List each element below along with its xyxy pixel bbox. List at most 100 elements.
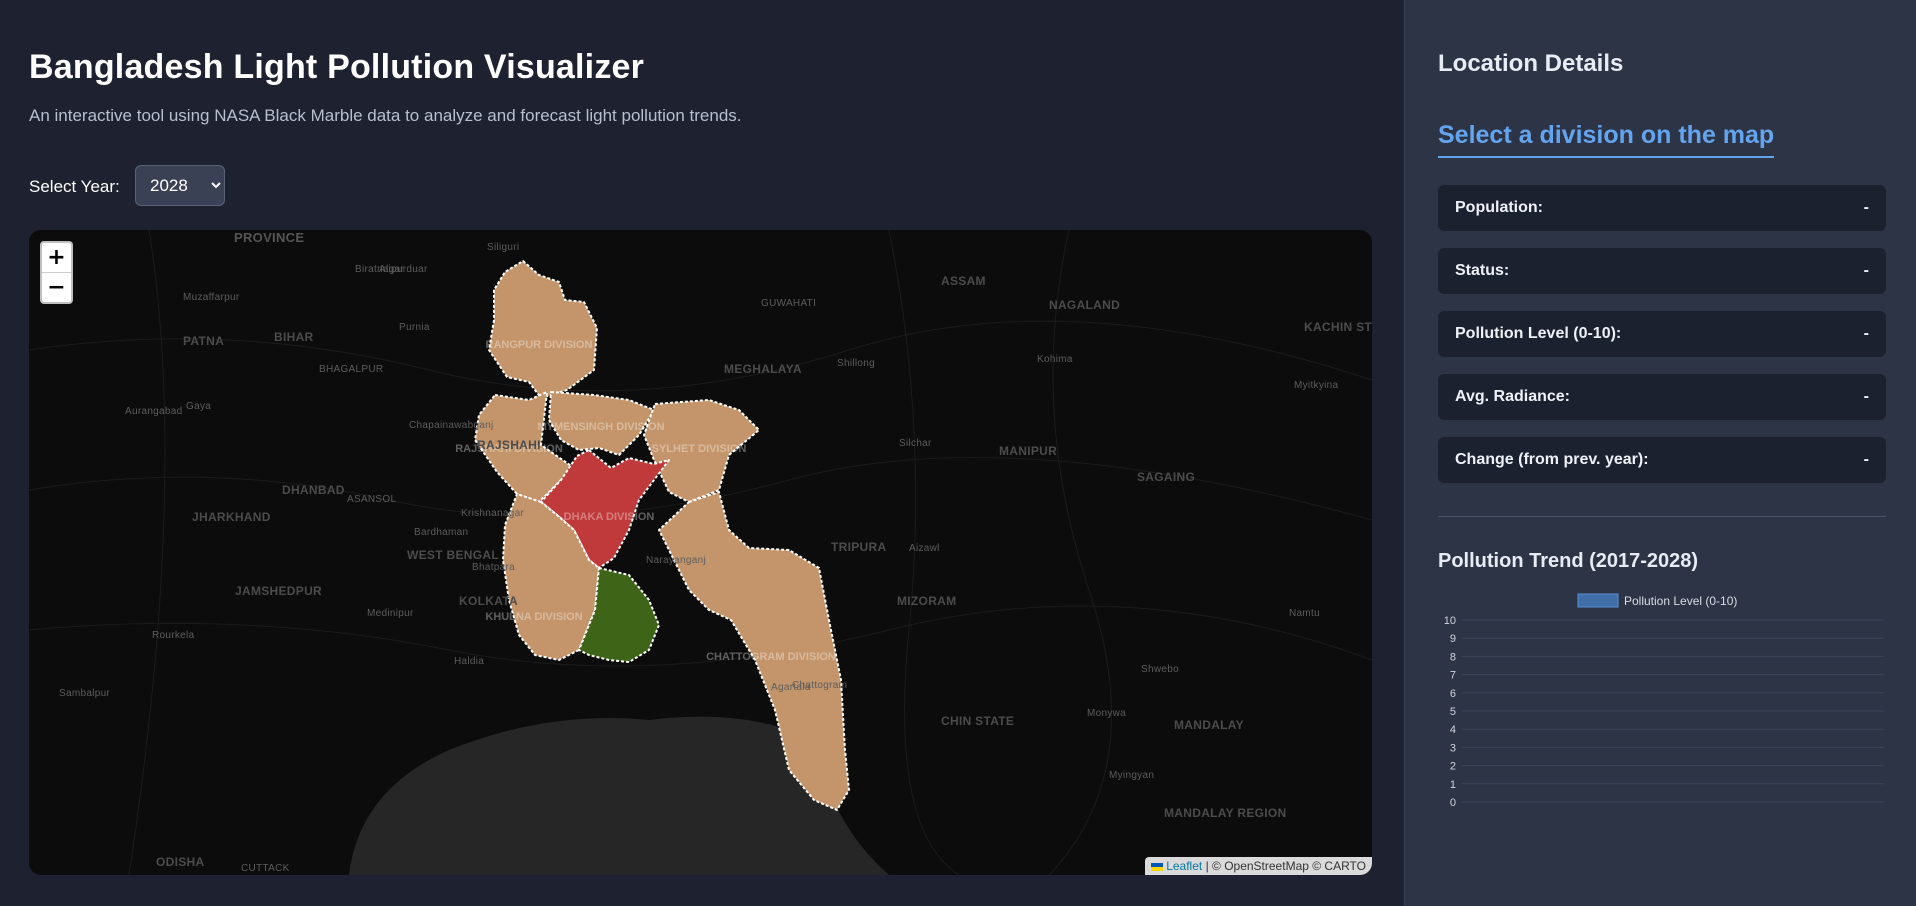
y-tick-label: 5: [1450, 706, 1456, 718]
selected-location-name: Select a division on the map: [1438, 121, 1775, 158]
detail-label: Change (from prev. year):: [1455, 451, 1649, 468]
map-place-label: GUWAHATI: [761, 298, 817, 309]
map-place-label: KOLKATA: [459, 594, 518, 608]
map-place-label: Medinipur: [367, 608, 414, 619]
map-place-label: JHARKHAND: [192, 510, 271, 524]
map-place-label: Bhatpara: [472, 562, 515, 573]
sidebar-divider: [1438, 516, 1886, 517]
map-place-label: CHIN STATE: [941, 714, 1015, 728]
detail-label: Pollution Level (0-10):: [1455, 325, 1622, 342]
legend-label[interactable]: Pollution Level (0-10): [1624, 594, 1737, 608]
detail-label: Avg. Radiance:: [1455, 388, 1570, 405]
detail-label: Population:: [1455, 199, 1543, 216]
div-label-chattogram: CHATTOGRAM DIVISION: [706, 651, 836, 663]
div-label-rangpur: RANGPUR DIVISION: [486, 339, 593, 351]
map-place-label: BIHAR: [274, 330, 314, 344]
map-place-label: SAGAING: [1137, 470, 1196, 484]
map-canvas[interactable]: RANGPUR DIVISION RAJSHAHI DIVISION MYMEN…: [29, 230, 1372, 875]
y-tick-label: 9: [1450, 633, 1456, 645]
map-place-label: Bardhaman: [414, 527, 469, 538]
map-place-label: Biratnagar: [355, 264, 405, 275]
div-label-khulna: KHULNA DIVISION: [485, 611, 582, 623]
map-place-label: Sambalpur: [59, 688, 111, 699]
detail-row-pollution-level: Pollution Level (0-10): -: [1438, 311, 1886, 357]
map-place-label: Aizawl: [909, 543, 940, 554]
map-place-label: ASSAM: [941, 274, 986, 288]
map-place-label: Haldia: [454, 656, 485, 667]
detail-value: -: [1863, 451, 1869, 468]
map-place-label: MEGHALAYA: [724, 362, 802, 376]
map[interactable]: RANGPUR DIVISION RAJSHAHI DIVISION MYMEN…: [29, 230, 1372, 875]
sidebar-title: Location Details: [1438, 50, 1624, 77]
map-place-label: DHANBAD: [282, 483, 345, 497]
legend-swatch[interactable]: [1577, 593, 1619, 608]
detail-label: Status:: [1455, 262, 1510, 279]
map-place-label: MIZORAM: [897, 594, 957, 608]
sidebar: Location Details Select a division on th…: [1404, 0, 1916, 906]
year-select-label: Select Year:: [29, 177, 120, 196]
zoom-control: + −: [40, 241, 73, 304]
map-place-label: Monywa: [1087, 708, 1127, 719]
leaflet-link[interactable]: Leaflet: [1166, 859, 1202, 873]
year-select[interactable]: 2028: [135, 165, 225, 206]
detail-row-population: Population: -: [1438, 185, 1886, 231]
map-place-label: PROVINCE: [234, 230, 305, 245]
zoom-out-button[interactable]: −: [42, 272, 71, 302]
map-place-label: ODISHA: [156, 855, 205, 869]
y-tick-label: 4: [1450, 724, 1456, 736]
map-place-label: Gaya: [186, 401, 212, 412]
zoom-in-button[interactable]: +: [42, 243, 71, 272]
map-place-label: PATNA: [183, 334, 225, 348]
map-attribution: Leaflet | © OpenStreetMap © CARTO: [1145, 857, 1372, 875]
map-place-label: NAGALAND: [1049, 298, 1121, 312]
page-title: Bangladesh Light Pollution Visualizer: [29, 48, 645, 86]
attribution-text: | © OpenStreetMap © CARTO: [1202, 859, 1366, 873]
y-tick-label: 1: [1450, 779, 1456, 791]
y-tick-label: 3: [1450, 742, 1456, 754]
main-panel: Bangladesh Light Pollution Visualizer An…: [0, 0, 1404, 906]
y-tick-label: 8: [1450, 651, 1456, 663]
div-label-mymensingh: MYMENSINGH DIVISION: [537, 421, 664, 433]
map-place-label: Silchar: [899, 438, 932, 449]
map-place-label: MANDALAY: [1174, 718, 1244, 732]
map-place-label: JAMSHEDPUR: [235, 584, 323, 598]
pollution-trend-chart: Pollution Level (0-10)109876543210: [1444, 593, 1884, 809]
division-rangpur[interactable]: [488, 260, 598, 399]
map-place-label: MANDALAY REGION: [1164, 806, 1287, 820]
map-place-label: Kohima: [1037, 354, 1073, 365]
map-place-label: Chattogram: [792, 680, 848, 691]
map-place-label: Rourkela: [152, 630, 195, 641]
map-place-label: Siliguri: [487, 242, 520, 253]
map-place-label: Myitkyina: [1294, 380, 1339, 391]
map-place-label: Chapainawabganj: [409, 420, 494, 431]
map-place-label: KACHIN ST: [1304, 320, 1372, 334]
trend-chart-title: Pollution Trend (2017-2028): [1438, 550, 1699, 572]
detail-row-avg-radiance: Avg. Radiance: -: [1438, 374, 1886, 420]
map-place-label: Myingyan: [1109, 770, 1155, 781]
map-place-label: RAJSHAHI: [477, 438, 541, 452]
map-place-label: Namtu: [1289, 608, 1320, 619]
map-place-label: Aurangabad: [125, 406, 183, 417]
y-tick-label: 0: [1450, 797, 1456, 809]
y-tick-label: 6: [1450, 688, 1456, 700]
detail-value: -: [1863, 262, 1869, 279]
detail-value: -: [1863, 388, 1869, 405]
div-label-dhaka: DHAKA DIVISION: [564, 511, 655, 523]
map-place-label: WEST BENGAL: [407, 548, 499, 562]
map-place-label: Narayanganj: [646, 555, 707, 566]
map-place-label: TRIPURA: [831, 540, 887, 554]
map-place-label: CUTTACK: [241, 863, 290, 874]
div-label-sylhet: SYLHET DIVISION: [652, 443, 747, 455]
map-place-label: MANIPUR: [999, 444, 1058, 458]
map-place-label: BHAGALPUR: [319, 364, 384, 375]
ukraine-flag-icon: [1151, 862, 1164, 871]
y-tick-label: 2: [1450, 761, 1456, 773]
map-place-label: Shillong: [837, 358, 875, 369]
detail-value: -: [1863, 325, 1869, 342]
page-subtitle: An interactive tool using NASA Black Mar…: [29, 106, 742, 125]
map-place-label: Shwebo: [1141, 664, 1179, 675]
map-place-label: Muzaffarpur: [183, 292, 240, 303]
y-tick-label: 10: [1444, 615, 1456, 627]
detail-row-status: Status: -: [1438, 248, 1886, 294]
y-tick-label: 7: [1450, 670, 1456, 682]
